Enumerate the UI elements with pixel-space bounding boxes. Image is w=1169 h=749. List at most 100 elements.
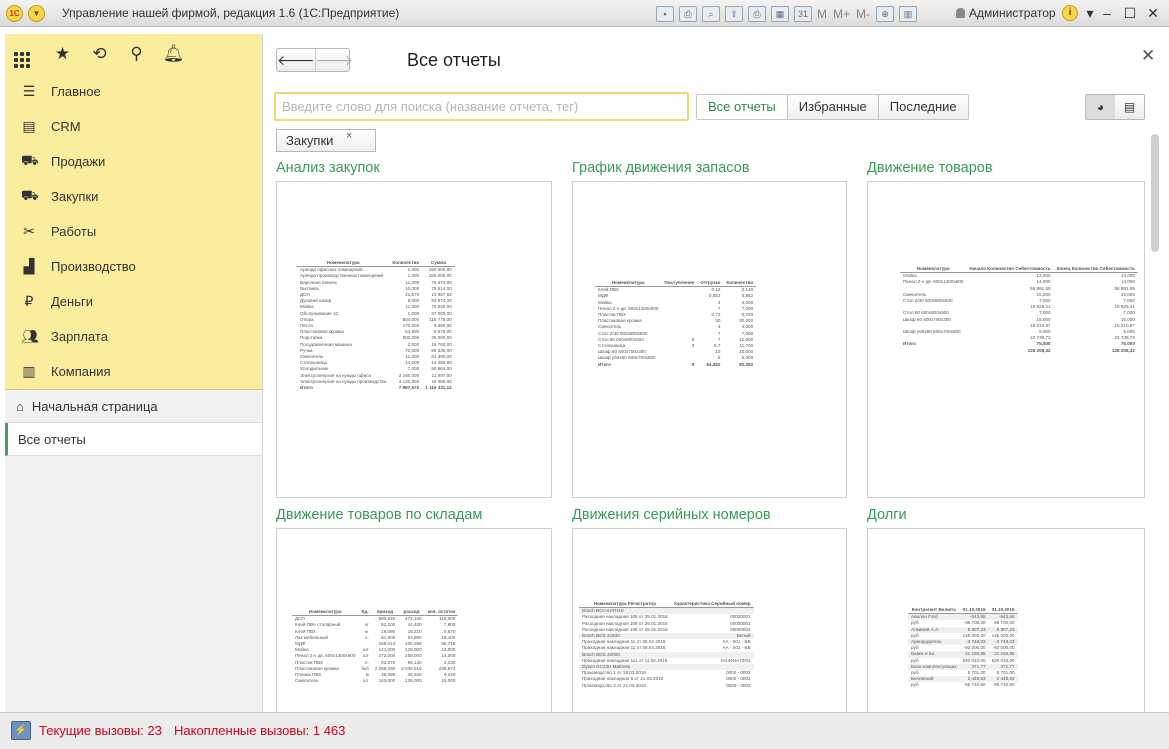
search-icon[interactable]: ⚲ (125, 44, 148, 64)
preview-table: Номенклатура Количество Сумма Аренда офисны… (297, 260, 455, 391)
report-preview-stock-schedule[interactable]: Номенклатура Поступление Отгрузка Количеств… (572, 181, 847, 498)
menu-lines-icon: ☰ (22, 83, 36, 99)
remove-tag-icon[interactable]: × (346, 126, 352, 147)
table-cell: Шкаф у60х60 600х700х600 (598, 355, 656, 361)
search-input[interactable] (274, 92, 689, 121)
section-main[interactable]: ☰ Главное (5, 74, 262, 109)
section-salary[interactable]: 👥︎ Зарплата (5, 319, 262, 354)
table-cell: 31.10.2015 (988, 607, 1018, 615)
attach-icon[interactable]: ⇪ (725, 5, 743, 22)
minimize-icon[interactable]: – (1097, 3, 1117, 23)
history-icon[interactable]: ⟲ (88, 44, 111, 64)
report-preview-goods-movement[interactable]: Номенклатура Начало Количество Себестоимо… (867, 181, 1145, 498)
table-cell: 92,392 (739, 361, 754, 367)
report-title-debts[interactable]: Долги (867, 507, 907, 523)
table-cell: Расходная накладная 108 от 25.01.2016 (582, 614, 668, 620)
forward-arrow-icon[interactable]: 🡒 (314, 49, 353, 71)
table-cell (670, 607, 754, 615)
section-works[interactable]: ✂ Работы (5, 214, 262, 249)
report-title-warehouse-movement[interactable]: Движение товаров по складам (276, 507, 482, 523)
report-preview-warehouse-movement[interactable]: Номенклатура Ед. приход расход кон. остаток Д… (276, 528, 552, 712)
table-cell: Номенклатура (900, 266, 967, 274)
table-cell: 15,000 (441, 678, 456, 684)
user-label: Администратор (969, 6, 1056, 20)
open-window-all-reports[interactable]: Все отчеты (5, 423, 262, 456)
vertical-scrollbar[interactable] (1151, 134, 1159, 252)
table-cell: Авилон Ford (908, 613, 960, 621)
section-label: Производство (51, 259, 136, 274)
table-cell: Сумма (422, 260, 455, 268)
table-cell: приход (371, 609, 399, 617)
current-calls: Текущие вызовы: 23 (39, 723, 162, 738)
sidebar: ★ ⟲ ⚲ 🔔︎ ☰ Главное ▤ CRM ⛟ Продажи ⛟ Закупки… (5, 34, 263, 712)
calendar-icon[interactable]: 31 (794, 5, 812, 22)
basket-icon: ⛟ (21, 152, 39, 168)
print-icon[interactable]: ⎙ (679, 5, 697, 22)
zoom-icon[interactable]: ⊕ (876, 5, 895, 22)
report-title-purchase-analysis[interactable]: Анализ закупок (276, 160, 380, 176)
section-label: Работы (51, 224, 97, 239)
maximize-icon[interactable]: ☐ (1120, 3, 1140, 23)
table-cell: Номенклатура (297, 260, 390, 268)
section-purchases[interactable]: ⛟ Закупки (5, 179, 262, 214)
info-icon[interactable]: i (1062, 5, 1078, 21)
section-money[interactable]: ₽ Деньги (5, 284, 262, 319)
user-name[interactable]: Администратор (956, 6, 1056, 20)
table-row: Производство 2 от 21.03.2016 0000 - 0003 (579, 683, 754, 689)
memory-minus-button[interactable]: M- (856, 7, 870, 21)
performance-monitor-icon[interactable]: ⚡ (11, 721, 31, 740)
table-cell: 0000 - 0003 (726, 682, 751, 688)
close-icon[interactable]: ✕ (1141, 46, 1155, 66)
table-cell: 520 010,00 (962, 657, 986, 663)
list-view-icon[interactable]: ▤ (1115, 95, 1144, 119)
table-row: Итого 7 987,570 1 116 331,12 (297, 385, 455, 391)
preview-icon[interactable]: ⌕ (702, 5, 720, 22)
building-icon: ▥ (22, 363, 36, 379)
bell-icon[interactable]: 🔔︎ (162, 44, 185, 64)
section-company[interactable]: ▥ Компания (5, 354, 262, 389)
table-row: руб. 65 710,50 65 710,50 (908, 682, 1018, 688)
table-cell: 84,392 (706, 361, 721, 367)
panel-layout-icon[interactable]: ▥ (899, 5, 918, 22)
function-menu-icon[interactable] (14, 41, 37, 68)
section-crm[interactable]: ▤ CRM (5, 109, 262, 144)
section-production[interactable]: ▟ Производство (5, 249, 262, 284)
save-icon[interactable]: ▪ (656, 5, 674, 22)
memory-plus-button[interactable]: M+ (833, 7, 850, 21)
table-row: Мойка 13,000 13,000 (900, 273, 1138, 280)
home-page-link[interactable]: ⌂ Начальная страница (5, 390, 262, 423)
tab-favorites[interactable]: Избранные (787, 95, 879, 119)
people-icon: 👥︎ (21, 328, 39, 344)
report-title-serial-movement[interactable]: Движения серийных номеров (572, 507, 771, 523)
tab-recent[interactable]: Последние (878, 95, 968, 119)
printer-icon[interactable]: ⎙ (748, 5, 766, 22)
tab-all-reports[interactable]: Все отчеты (697, 95, 788, 119)
report-title-goods-movement[interactable]: Движение товаров (867, 160, 993, 176)
section-label: Зарплата (51, 329, 108, 344)
calculator-icon[interactable]: ▦ (771, 5, 789, 22)
sections-panel: ★ ⟲ ⚲ 🔔︎ ☰ Главное ▤ CRM ⛟ Продажи ⛟ Закупки… (5, 34, 262, 390)
table-cell: 65 710,50 (994, 682, 1015, 688)
report-title-stock-schedule[interactable]: График движения запасов (572, 160, 749, 176)
tag-chip[interactable]: Закупки × (276, 129, 376, 152)
table-row: Номенклатура Поступление Отгрузка Количеств… (595, 280, 757, 288)
tools-icon: ✂ (23, 223, 35, 239)
table-cell: 65 710,50 (965, 682, 986, 688)
close-window-icon[interactable]: ✕ (1143, 3, 1163, 23)
memory-m-button[interactable]: M (817, 7, 827, 21)
back-arrow-icon[interactable]: 🡐 (277, 49, 315, 71)
user-icon (956, 8, 965, 18)
table-cell: Приходная накладная 5 от 21.03.2016 (582, 676, 664, 682)
report-preview-purchase-analysis[interactable]: Номенклатура Количество Сумма Аренда офисны… (276, 181, 552, 498)
main-menu-chevron-icon[interactable]: ▼ (28, 5, 45, 22)
report-preview-serial-movement[interactable]: Номенклатура Регистратор Характеристика С… (572, 528, 847, 712)
tag-label: Закупки (286, 133, 334, 148)
table-cell (900, 348, 966, 354)
report-preview-debts[interactable]: Контрагент Валюта 01.10.2015 31.10.2015 Ави… (867, 528, 1145, 712)
section-sales[interactable]: ⛟ Продажи (5, 144, 262, 179)
pie-chart-view-icon[interactable]: ◕ (1086, 95, 1115, 119)
table-cell: 1 116 331,12 (425, 385, 452, 391)
preview-table: Контрагент Валюта 01.10.2015 31.10.2015 Ави… (908, 607, 1018, 689)
section-label: Компания (51, 364, 111, 379)
favorites-star-icon[interactable]: ★ (51, 44, 74, 64)
